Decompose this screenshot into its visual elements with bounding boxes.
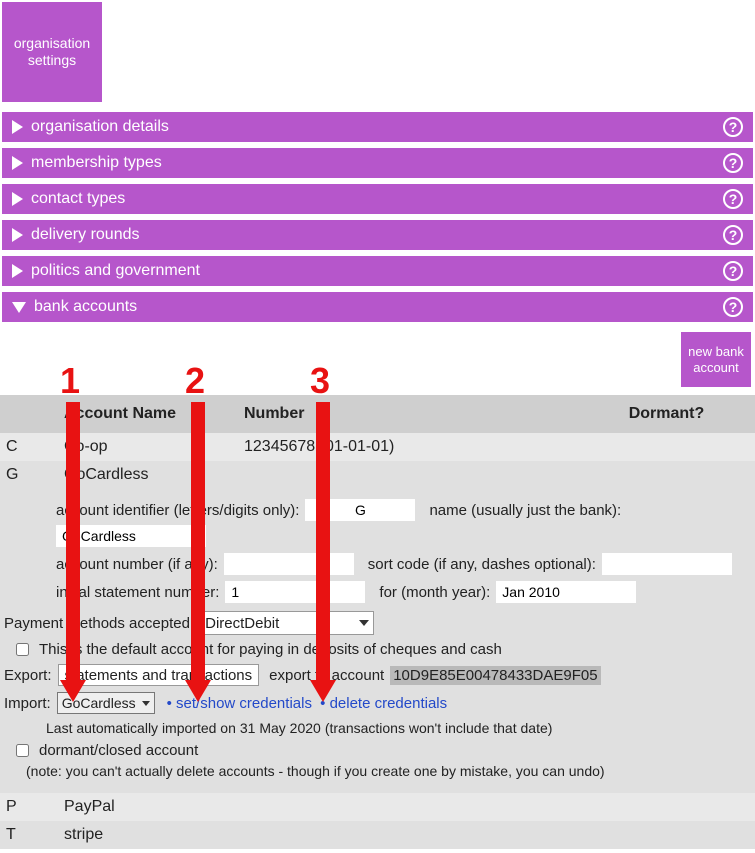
annotation-arrow-3 xyxy=(316,402,330,682)
last-import-suffix: (transactions won't include that date) xyxy=(325,720,553,736)
label-import: Import: xyxy=(4,695,51,712)
table-row[interactable]: T stripe xyxy=(0,821,755,849)
help-icon[interactable]: ? xyxy=(723,297,743,317)
chevron-right-icon xyxy=(12,264,23,278)
section-label: delivery rounds xyxy=(31,226,140,244)
chevron-down-icon xyxy=(12,302,26,313)
arrow-head-icon xyxy=(310,680,336,702)
cell-name: PayPal xyxy=(64,798,244,816)
section-label: politics and government xyxy=(31,262,200,280)
chevron-right-icon xyxy=(12,156,23,170)
label-default-account: This is the default account for paying i… xyxy=(39,641,502,658)
sort-code-input[interactable] xyxy=(602,553,732,575)
label-name: name (usually just the bank): xyxy=(429,502,621,519)
cell-id: P xyxy=(6,798,64,816)
dormant-account-checkbox[interactable] xyxy=(16,744,29,757)
section-organisation-details[interactable]: organisation details ? xyxy=(2,112,753,142)
label-for-month-year: for (month year): xyxy=(379,584,490,601)
table-row[interactable]: C Co-op 12345678 (01-01-01) xyxy=(0,433,755,461)
delete-credentials-link[interactable]: delete credentials xyxy=(330,695,448,712)
label-account-identifier: account identifier (letters/digits only)… xyxy=(56,502,299,519)
default-account-checkbox[interactable] xyxy=(16,643,29,656)
help-icon[interactable]: ? xyxy=(723,153,743,173)
export-type-select[interactable]: statements and transactions xyxy=(58,664,260,686)
label-sort-code: sort code (if any, dashes optional): xyxy=(368,556,596,573)
new-btn-line1: new bank xyxy=(688,344,744,359)
initial-statement-input[interactable] xyxy=(225,581,365,603)
arrow-head-icon xyxy=(60,680,86,702)
account-number-input[interactable] xyxy=(224,553,354,575)
dormant-note: (note: you can't actually delete account… xyxy=(26,763,605,779)
new-btn-line2: account xyxy=(693,360,739,375)
label-payment-methods: Payment methods accepted: xyxy=(4,615,194,632)
export-type-value: statements and transactions xyxy=(65,667,253,684)
arrow-head-icon xyxy=(185,680,211,702)
col-dormant: Dormant? xyxy=(584,405,749,423)
cell-id: G xyxy=(6,466,64,484)
section-label: bank accounts xyxy=(34,298,137,316)
section-bank-accounts[interactable]: bank accounts ? xyxy=(2,292,753,322)
annotation-number-3: 3 xyxy=(310,360,330,402)
account-detail-panel: account identifier (letters/digits only)… xyxy=(0,489,755,793)
cell-name: GoCardless xyxy=(64,466,244,484)
tile-line2: settings xyxy=(28,52,76,68)
cell-id: C xyxy=(6,438,64,456)
chevron-down-icon xyxy=(142,701,150,706)
for-month-year-input[interactable] xyxy=(496,581,636,603)
tile-line1: organisation xyxy=(14,35,90,51)
chevron-right-icon xyxy=(12,192,23,206)
chevron-right-icon xyxy=(12,120,23,134)
col-number: Number xyxy=(244,405,584,423)
annotation-arrow-1 xyxy=(66,402,80,682)
section-delivery-rounds[interactable]: delivery rounds ? xyxy=(2,220,753,250)
section-membership-types[interactable]: membership types ? xyxy=(2,148,753,178)
annotation-arrow-2 xyxy=(191,402,205,682)
new-bank-account-button[interactable]: new bank account xyxy=(681,332,751,387)
chevron-right-icon xyxy=(12,228,23,242)
cell-id: T xyxy=(6,826,64,844)
cell-number xyxy=(244,466,584,484)
section-label: contact types xyxy=(31,190,125,208)
annotation-number-2: 2 xyxy=(185,360,205,402)
cell-number: 12345678 (01-01-01) xyxy=(244,438,584,456)
export-account-value: 10D9E85E00478433DAE9F05 xyxy=(390,666,600,685)
label-dormant: dormant/closed account xyxy=(39,742,198,759)
table-header: Account Name Number Dormant? xyxy=(0,395,755,433)
col-name: Account Name xyxy=(64,405,244,423)
chevron-down-icon xyxy=(359,620,369,626)
section-politics-government[interactable]: politics and government ? xyxy=(2,256,753,286)
table-row[interactable]: G GoCardless xyxy=(0,461,755,489)
payment-methods-value: DirectDebit xyxy=(205,615,279,632)
section-label: organisation details xyxy=(31,118,169,136)
cell-name: Co-op xyxy=(64,438,244,456)
last-import-prefix: Last automatically imported on xyxy=(46,720,236,736)
section-label: membership types xyxy=(31,154,162,172)
cell-name: stripe xyxy=(64,826,244,844)
section-contact-types[interactable]: contact types ? xyxy=(2,184,753,214)
annotation-number-1: 1 xyxy=(60,360,80,402)
label-export: Export: xyxy=(4,667,52,684)
help-icon[interactable]: ? xyxy=(723,225,743,245)
last-import-date: 31 May 2020 xyxy=(240,720,321,736)
page-tile: organisation settings xyxy=(2,2,102,102)
help-icon[interactable]: ? xyxy=(723,117,743,137)
help-icon[interactable]: ? xyxy=(723,261,743,281)
help-icon[interactable]: ? xyxy=(723,189,743,209)
table-row[interactable]: P PayPal xyxy=(0,793,755,821)
payment-methods-select[interactable]: DirectDebit xyxy=(200,611,374,635)
